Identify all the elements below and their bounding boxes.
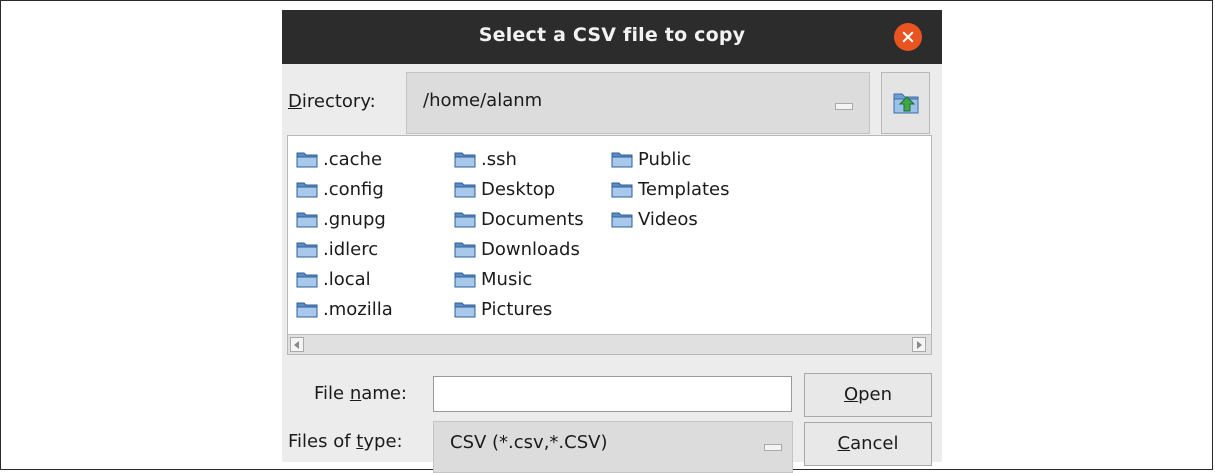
dropdown-indicator-icon — [835, 103, 853, 110]
folder-icon — [454, 212, 476, 227]
list-item[interactable]: .idlerc — [296, 234, 393, 264]
list-item[interactable]: .mozilla — [296, 294, 393, 324]
folder-icon — [611, 182, 633, 197]
folder-icon — [454, 242, 476, 257]
folder-icon — [454, 302, 476, 317]
file-type-label: Files of type: — [288, 431, 403, 452]
file-item-label: Desktop — [481, 178, 556, 200]
cancel-button[interactable]: Cancel — [804, 422, 932, 466]
file-item-label: .config — [323, 178, 384, 200]
folder-icon — [454, 152, 476, 167]
list-item[interactable]: Pictures — [454, 294, 584, 324]
file-item-label: .gnupg — [323, 208, 386, 230]
file-dialog: Select a CSV file to copy Directory: /ho… — [282, 10, 942, 473]
list-item[interactable]: Videos — [611, 204, 730, 234]
file-item-label: .ssh — [481, 148, 517, 170]
folder-icon — [454, 182, 476, 197]
file-type-dropdown[interactable]: CSV (*.csv,*.CSV) — [433, 421, 793, 473]
list-item[interactable]: .cache — [296, 144, 393, 174]
folder-icon — [296, 242, 318, 257]
list-item[interactable]: .gnupg — [296, 204, 393, 234]
folder-icon — [296, 152, 318, 167]
file-list[interactable]: .cache .config .gnupg .idlerc .local .mozilla… — [287, 135, 932, 355]
close-icon[interactable] — [894, 23, 922, 51]
file-item-label: .local — [323, 268, 371, 290]
file-item-label: .idlerc — [323, 238, 379, 260]
folder-icon — [296, 212, 318, 227]
folder-icon — [296, 302, 318, 317]
file-type-value: CSV (*.csv,*.CSV) — [450, 432, 608, 453]
file-column-3: Public Templates Videos — [611, 144, 730, 234]
file-item-label: Music — [481, 268, 533, 290]
list-item[interactable]: Public — [611, 144, 730, 174]
file-name-input[interactable] — [433, 376, 792, 412]
directory-dropdown[interactable]: /home/alanm — [406, 72, 870, 134]
title-bar[interactable]: Select a CSV file to copy — [282, 10, 942, 64]
list-item[interactable]: Documents — [454, 204, 584, 234]
file-item-label: Videos — [638, 208, 698, 230]
folder-icon — [454, 272, 476, 287]
file-item-label: .mozilla — [323, 298, 393, 320]
file-item-label: Public — [638, 148, 692, 170]
scroll-right-icon[interactable] — [912, 337, 926, 352]
scroll-left-icon[interactable] — [290, 337, 304, 352]
folder-icon — [611, 152, 633, 167]
list-item[interactable]: Desktop — [454, 174, 584, 204]
list-item[interactable]: .local — [296, 264, 393, 294]
file-column-2: .ssh Desktop Documents Downloads Music Pictur… — [454, 144, 584, 324]
file-column-1: .cache .config .gnupg .idlerc .local .mozilla — [296, 144, 393, 324]
horizontal-scrollbar[interactable] — [288, 334, 931, 354]
file-item-label: Downloads — [481, 238, 580, 260]
folder-icon — [296, 272, 318, 287]
folder-up-icon — [893, 93, 919, 114]
open-button[interactable]: Open — [804, 373, 932, 417]
file-item-label: Templates — [638, 178, 730, 200]
list-item[interactable]: .config — [296, 174, 393, 204]
directory-label: Directory: — [288, 91, 376, 112]
list-item[interactable]: Downloads — [454, 234, 584, 264]
list-item[interactable]: Music — [454, 264, 584, 294]
dropdown-indicator-icon — [764, 444, 782, 451]
list-item[interactable]: Templates — [611, 174, 730, 204]
folder-icon — [296, 182, 318, 197]
file-name-label: File name: — [314, 383, 407, 404]
parent-directory-button[interactable] — [881, 72, 930, 134]
file-item-label: Documents — [481, 208, 584, 230]
directory-value: /home/alanm — [423, 90, 543, 111]
list-item[interactable]: .ssh — [454, 144, 584, 174]
file-item-label: Pictures — [481, 298, 553, 320]
dialog-title: Select a CSV file to copy — [478, 24, 746, 46]
file-item-label: .cache — [323, 148, 383, 170]
folder-icon — [611, 212, 633, 227]
